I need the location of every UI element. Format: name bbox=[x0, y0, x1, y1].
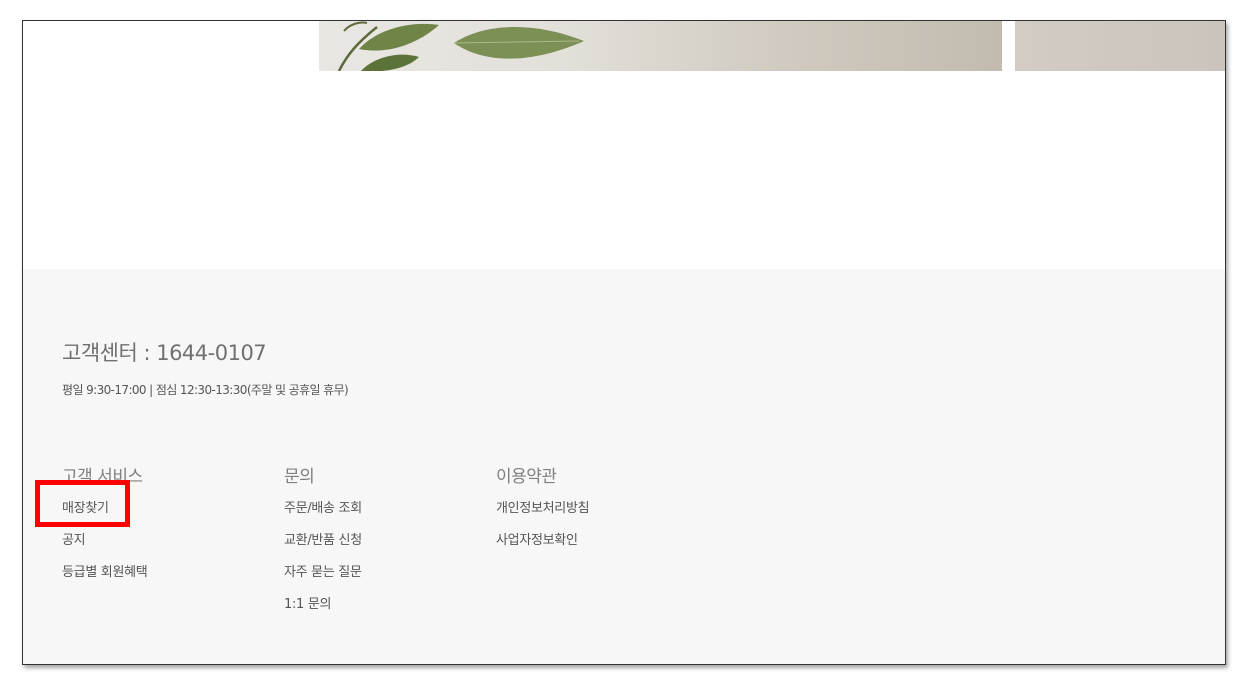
link-return-request[interactable]: 교환/반품 신청 bbox=[284, 531, 362, 563]
footer-column-terms: 이용약관 개인정보처리방침 사업자정보확인 bbox=[496, 465, 590, 563]
hero-banner-image[interactable] bbox=[319, 21, 1002, 71]
site-footer: 고객센터 : 1644-0107 평일 9:30-17:00 | 점심 12:3… bbox=[23, 269, 1225, 664]
link-notice[interactable]: 공지 bbox=[62, 531, 147, 563]
link-order-tracking[interactable]: 주문/배송 조회 bbox=[284, 499, 362, 531]
browser-viewport: 고객센터 : 1644-0107 평일 9:30-17:00 | 점심 12:3… bbox=[22, 20, 1226, 665]
leaf-illustration bbox=[337, 21, 584, 71]
footer-column-customer-service: 고객 서비스 매장찾기 공지 등급별 회원혜택 bbox=[62, 465, 148, 595]
link-one-on-one-inquiry[interactable]: 1:1 문의 bbox=[284, 595, 362, 627]
link-business-info[interactable]: 사업자정보확인 bbox=[496, 531, 589, 563]
link-faq[interactable]: 자주 묻는 질문 bbox=[284, 563, 362, 595]
link-privacy-policy[interactable]: 개인정보처리방침 bbox=[496, 499, 590, 531]
customer-center-phone: 고객센터 : 1644-0107 bbox=[62, 341, 267, 365]
column-heading: 고객 서비스 bbox=[62, 467, 143, 487]
link-membership-benefits[interactable]: 등급별 회원혜택 bbox=[62, 563, 148, 595]
business-hours: 평일 9:30-17:00 | 점심 12:30-13:30(주말 및 공휴일 … bbox=[62, 383, 349, 397]
footer-column-inquiry: 문의 주문/배송 조회 교환/반품 신청 자주 묻는 질문 1:1 문의 bbox=[284, 465, 362, 627]
column-heading: 이용약관 bbox=[496, 467, 557, 487]
link-store-finder[interactable]: 매장찾기 bbox=[62, 499, 147, 531]
hero-banner-image-secondary[interactable] bbox=[1015, 21, 1225, 71]
column-heading: 문의 bbox=[284, 467, 315, 487]
